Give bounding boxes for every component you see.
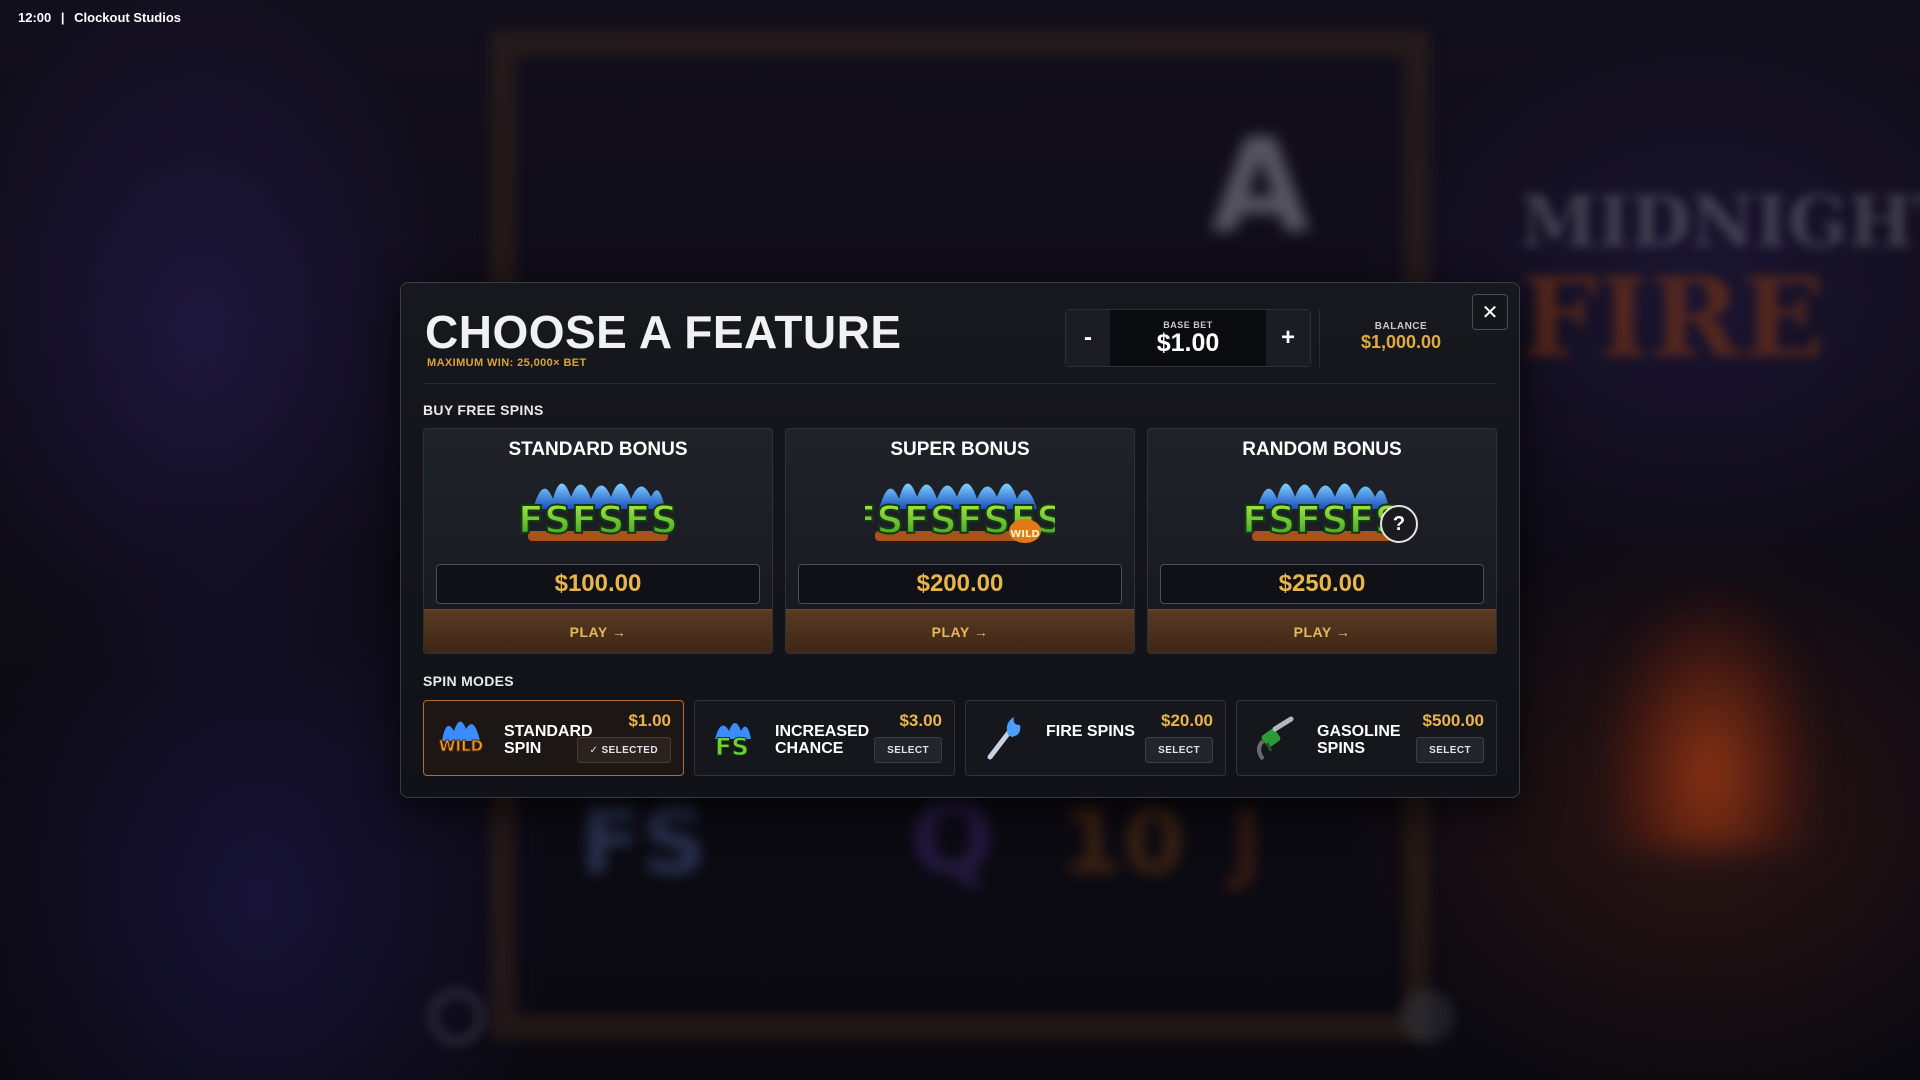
bonus-price: $200.00 [798,564,1122,604]
svg-text:WILD: WILD [439,737,483,755]
bonus-cards: STANDARD BONUS FSFSFS $100.00 PLAY → SUP… [423,428,1497,654]
campfire-blurred [1600,590,1820,850]
reel-symbol-blurred: FS [580,790,707,895]
bonus-card-super: SUPER BONUS FSFSFSFS WILD $200.00 PLAY → [785,428,1135,654]
wild-icon: WILD [436,713,486,763]
select-button[interactable]: SELECT [1145,737,1213,763]
mode-name: FIRE SPINS [1046,723,1135,740]
header-divider [423,383,1497,384]
select-button[interactable]: SELECT [874,737,942,763]
svg-text:FSFSFS: FSFSFS [518,498,678,542]
max-win-label: MAXIMUM WIN: 25,000× BET [427,357,587,369]
fs-logo-icon: FSFSFSFS WILD [786,469,1134,549]
feature-modal: CHOOSE A FEATURE MAXIMUM WIN: 25,000× BE… [400,282,1520,798]
mode-price: $1.00 [628,711,671,730]
spin-mode-fire-spins[interactable]: FIRE SPINS $20.00 SELECT [965,700,1226,776]
bet-display: BASE BET $1.00 [1110,310,1266,366]
torch-icon [978,713,1028,763]
question-mark-icon: ? [1380,505,1418,543]
bonus-price: $100.00 [436,564,760,604]
selected-badge: ✓ SELECTED [576,737,671,763]
bonus-title: STANDARD BONUS [508,439,688,460]
svg-text:FSFSFS: FSFSFS [1242,498,1402,542]
buy-free-spins-label: BUY FREE SPINS [423,402,544,418]
spin-modes: WILD STANDARD SPIN $1.00 ✓ SELECTED FS I… [423,700,1497,776]
bonus-title: RANDOM BONUS [1242,439,1402,460]
spin-mode-standard[interactable]: WILD STANDARD SPIN $1.00 ✓ SELECTED [423,700,684,776]
spin-mode-gasoline-spins[interactable]: GASOLINE SPINS $500.00 SELECT [1236,700,1497,776]
svg-text:FS: FS [715,733,749,761]
spin-modes-label: SPIN MODES [423,673,514,689]
bonus-card-standard: STANDARD BONUS FSFSFS $100.00 PLAY → [423,428,773,654]
status-bar: 12:00 | Clockout Studios [18,10,182,25]
play-button[interactable]: PLAY → [1148,609,1496,653]
select-button[interactable]: SELECT [1416,737,1484,763]
base-bet-control: - BASE BET $1.00 + [1065,309,1311,367]
modal-title: CHOOSE A FEATURE [425,306,902,358]
clock: 12:00 [18,10,52,25]
divider [1319,309,1320,367]
balance-label: BALANCE [1374,321,1428,332]
mode-price: $500.00 [1422,711,1484,730]
mode-price: $3.00 [899,711,942,730]
close-button[interactable]: ✕ [1472,294,1508,330]
play-button[interactable]: PLAY → [424,609,772,653]
mode-price: $20.00 [1161,711,1213,730]
reel-symbol-blurred: 10 [1060,790,1186,895]
game-logo-blurred: MIDNIGHT FIRE [1520,180,1920,382]
bonus-card-random: RANDOM BONUS FSFSFS ? $250.00 PLAY → [1147,428,1497,654]
fs-icon: FS [707,713,757,763]
bonus-title: SUPER BONUS [890,439,1030,460]
close-icon: ✕ [1481,301,1499,324]
balance-value: $1,000.00 [1360,332,1442,352]
bonus-price: $250.00 [1160,564,1484,604]
reel-symbol-blurred: A [1210,110,1311,262]
bottom-bar-blurred [400,980,1520,1060]
svg-text:WILD: WILD [1010,529,1039,540]
fs-logo-icon: FSFSFS [1148,469,1496,549]
bet-decrease-button[interactable]: - [1066,310,1110,366]
spin-mode-increased-chance[interactable]: FS INCREASED CHANCE $3.00 SELECT [694,700,955,776]
reel-symbol-blurred: J [1230,790,1264,895]
fs-logo-icon: FSFSFS [424,469,772,549]
gas-nozzle-icon [1249,713,1299,763]
mode-name: GASOLINE SPINS [1317,723,1401,757]
studio-name: Clockout Studios [74,10,182,25]
bet-value: $1.00 [1156,329,1220,357]
play-button[interactable]: PLAY → [786,609,1134,653]
balance-display: BALANCE $1,000.00 [1341,321,1461,353]
bet-increase-button[interactable]: + [1266,310,1310,366]
mode-name: INCREASED CHANCE [775,723,870,757]
